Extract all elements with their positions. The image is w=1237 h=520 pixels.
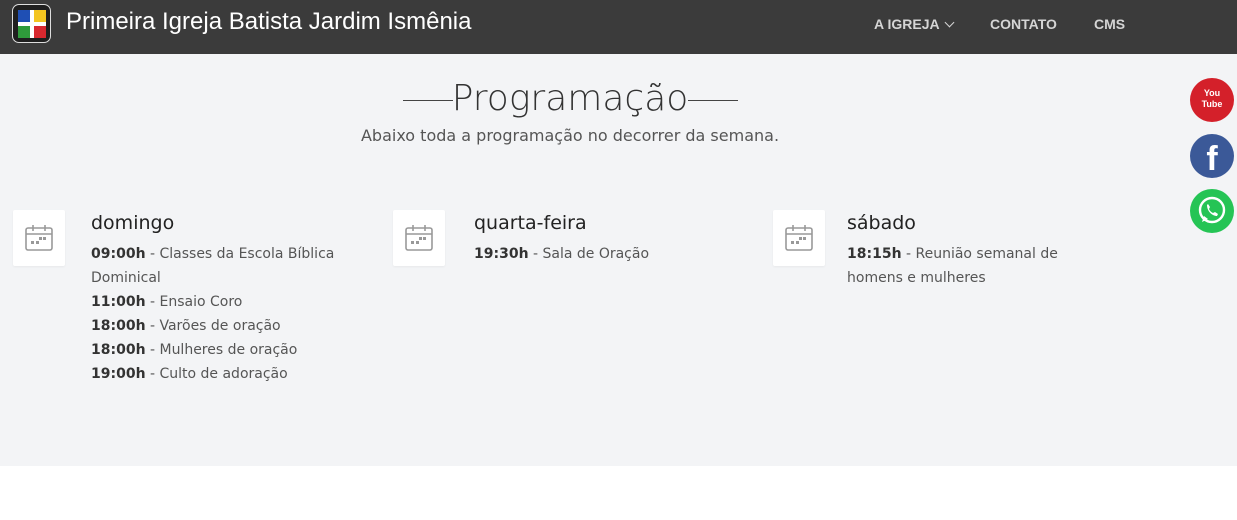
youtube-icon[interactable]: You Tube [1190, 78, 1234, 122]
schedule-desc: - Culto de adoração [145, 366, 288, 382]
facebook-icon-glyph: f [1206, 140, 1218, 178]
schedule-time: 19:00h [91, 366, 146, 382]
youtube-icon-label-bottom: Tube [1201, 99, 1223, 109]
calendar-icon-box [773, 210, 825, 266]
site-title[interactable]: Primeira Igreja Batista Jardim Ismênia [66, 6, 471, 38]
top-navbar: Primeira Igreja Batista Jardim Ismênia A… [0, 0, 1237, 54]
facebook-icon[interactable]: f [1190, 134, 1234, 178]
nav-a-igreja-label: A IGREJA [874, 16, 940, 32]
programacao-section: Programação Abaixo toda a programação no… [0, 54, 1237, 466]
nav-a-igreja[interactable]: A IGREJA [874, 14, 955, 34]
calendar-icon [25, 225, 53, 251]
day-name: quarta-feira [474, 212, 587, 234]
schedule-item: 11:00h - Ensaio Coro [91, 290, 361, 314]
schedule-item: 09:00h - Classes da Escola Bíblica Domin… [91, 242, 361, 290]
schedule-time: 09:00h [91, 246, 146, 262]
nav-contato[interactable]: CONTATO [990, 14, 1057, 34]
schedule-desc: - Varões de oração [145, 318, 281, 334]
schedule-item: 18:15h - Reunião semanal de homens e mul… [847, 242, 1117, 290]
section-title: Programação [451, 78, 689, 119]
schedule-item: 18:00h - Varões de oração [91, 314, 361, 338]
chevron-down-icon [944, 17, 955, 28]
title-divider-right [688, 100, 738, 101]
schedule-desc: - Ensaio Coro [145, 294, 243, 310]
schedule-list: 18:15h - Reunião semanal de homens e mul… [847, 242, 1117, 290]
calendar-icon [405, 225, 433, 251]
schedule-time: 11:00h [91, 294, 146, 310]
schedule-item: 18:00h - Mulheres de oração [91, 338, 361, 362]
schedule-desc: - Mulheres de oração [145, 342, 298, 358]
church-logo[interactable] [12, 4, 51, 43]
whatsapp-glyph [1198, 196, 1226, 224]
section-subtitle: Abaixo toda a programação no decorrer da… [360, 126, 780, 145]
schedule-time: 18:00h [91, 318, 146, 334]
day-name: sábado [847, 212, 916, 234]
schedule-desc: - Sala de Oração [528, 246, 650, 262]
day-name: domingo [91, 212, 175, 234]
calendar-icon-box [393, 210, 445, 266]
schedule-time: 18:00h [91, 342, 146, 358]
schedule-time: 19:30h [474, 246, 529, 262]
calendar-icon-box [13, 210, 65, 266]
youtube-icon-label-top: You [1203, 88, 1221, 98]
nav-cms[interactable]: CMS [1094, 14, 1125, 34]
title-divider-left [403, 100, 453, 101]
calendar-icon [785, 225, 813, 251]
schedule-item: 19:30h - Sala de Oração [474, 242, 744, 266]
schedule-item: 19:00h - Culto de adoração [91, 362, 361, 386]
schedule-list: 19:30h - Sala de Oração [474, 242, 744, 266]
whatsapp-icon[interactable] [1190, 189, 1234, 233]
schedule-list: 09:00h - Classes da Escola Bíblica Domin… [91, 242, 361, 386]
schedule-time: 18:15h [847, 246, 902, 262]
